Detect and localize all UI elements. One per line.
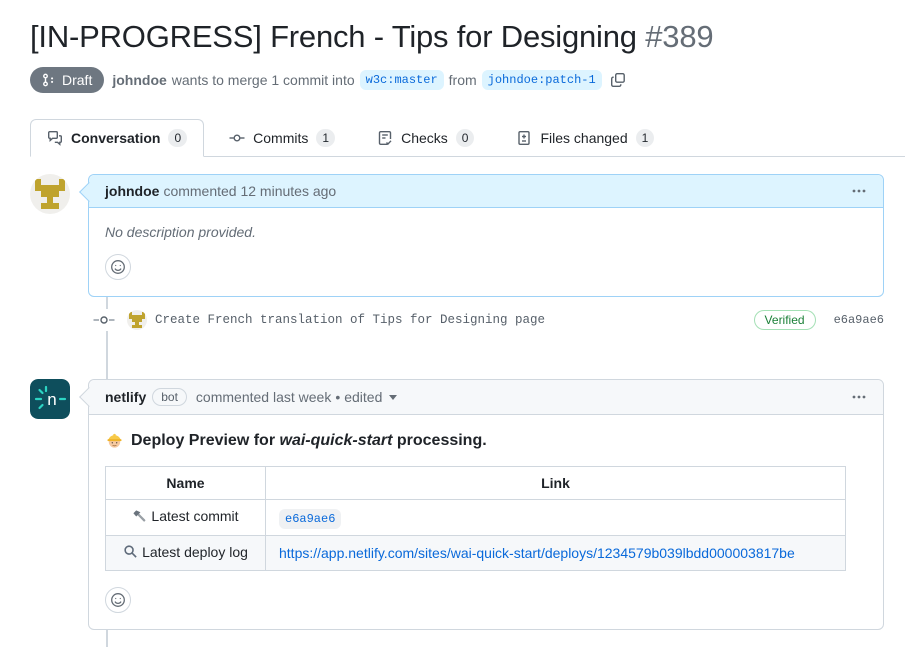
netlify-logo-icon: n xyxy=(30,379,70,419)
svg-text:n: n xyxy=(47,390,56,409)
identicon-johndoe-small xyxy=(127,310,147,330)
page-title: [IN-PROGRESS] French - Tips for Designin… xyxy=(30,18,884,55)
pr-number: #389 xyxy=(645,19,713,54)
tab-files-changed[interactable]: Files changed 1 xyxy=(499,119,671,157)
no-description-text: No description provided. xyxy=(105,224,867,240)
deploy-preview-heading: Deploy Preview for wai-quick-start proce… xyxy=(105,431,867,450)
commit-row: Create French translation of Tips for De… xyxy=(30,297,884,343)
from-text: from xyxy=(449,72,477,88)
draft-label: Draft xyxy=(62,72,92,88)
comment-johndoe: johndoe commented 12 minutes ago No desc… xyxy=(30,174,884,297)
commit-message-link[interactable]: Create French translation of Tips for De… xyxy=(155,313,545,327)
git-commit-icon xyxy=(93,309,115,331)
verified-badge[interactable]: Verified xyxy=(754,310,816,330)
tab-checks[interactable]: Checks 0 xyxy=(360,119,491,157)
comment-author-netlify[interactable]: netlify xyxy=(105,389,146,405)
checklist-icon xyxy=(377,130,393,146)
comment-meta-netlify: commented last week xyxy=(196,389,331,405)
comment-caret xyxy=(79,387,99,407)
draft-status-badge: Draft xyxy=(30,67,104,93)
tab-checks-label: Checks xyxy=(401,130,448,146)
head-branch-label[interactable]: johndoe:patch-1 xyxy=(482,70,602,90)
add-reaction-button[interactable] xyxy=(105,587,131,613)
base-branch-label[interactable]: w3c:master xyxy=(360,70,444,90)
comment-body-johndoe: No description provided. xyxy=(89,208,883,296)
tab-commits[interactable]: Commits 1 xyxy=(212,119,352,157)
pr-title-text: [IN-PROGRESS] French - Tips for Designin… xyxy=(30,19,637,54)
comment-box-netlify: netlify bot commented last week • edited xyxy=(88,379,884,630)
file-diff-icon xyxy=(516,130,532,146)
pr-meta-row: Draft johndoe wants to merge 1 commit in… xyxy=(30,67,884,93)
construction-worker-icon xyxy=(105,431,124,450)
table-row-latest-deploy-log: Latest deploy log https://app.netlify.co… xyxy=(106,535,846,571)
magnifier-icon xyxy=(123,544,138,559)
tab-commits-label: Commits xyxy=(253,130,308,146)
tab-files-changed-label: Files changed xyxy=(540,130,627,146)
pr-author-link[interactable]: johndoe xyxy=(112,72,166,88)
deploy-table: Name Link xyxy=(105,466,846,571)
edited-label: edited xyxy=(344,389,382,405)
site-name: wai-quick-start xyxy=(280,432,393,449)
commit-sha-link[interactable]: e6a9ae6 xyxy=(834,313,884,327)
tab-conversation-count: 0 xyxy=(168,129,187,147)
bot-badge: bot xyxy=(152,388,187,406)
pr-tab-nav: Conversation 0 Commits 1 Checks 0 Files … xyxy=(30,119,905,157)
edited-dropdown[interactable]: edited xyxy=(344,389,397,405)
row-name-latest-commit: Latest commit xyxy=(151,508,238,524)
pr-page: [IN-PROGRESS] French - Tips for Designin… xyxy=(0,0,905,647)
comment-body-netlify: Deploy Preview for wai-quick-start proce… xyxy=(89,415,883,629)
latest-commit-sha-link[interactable]: e6a9ae6 xyxy=(279,509,341,529)
comment-meta-johndoe: commented 12 minutes ago xyxy=(163,183,336,199)
comment-header-netlify: netlify bot commented last week • edited xyxy=(89,380,883,415)
deploy-heading-text: Deploy Preview for wai-quick-start proce… xyxy=(131,432,487,450)
copy-branch-icon[interactable] xyxy=(610,72,626,88)
comment-header-johndoe: johndoe commented 12 minutes ago xyxy=(89,175,883,208)
comment-netlify: n netlify bot commented last week xyxy=(30,379,884,630)
tab-files-changed-count: 1 xyxy=(636,129,655,147)
pr-timeline: johndoe commented 12 minutes ago No desc… xyxy=(30,174,884,630)
comment-discussion-icon xyxy=(47,130,63,146)
table-header-link: Link xyxy=(266,467,846,500)
comment-author-johndoe[interactable]: johndoe xyxy=(105,183,159,199)
tab-checks-count: 0 xyxy=(456,129,475,147)
merge-action-text: wants to merge 1 commit into xyxy=(172,72,355,88)
meta-dot: • xyxy=(335,389,340,405)
avatar-johndoe[interactable] xyxy=(30,174,70,214)
tab-commits-count: 1 xyxy=(316,129,335,147)
tab-conversation-label: Conversation xyxy=(71,130,160,146)
add-reaction-button[interactable] xyxy=(105,254,131,280)
kebab-menu-icon[interactable] xyxy=(851,389,867,405)
chevron-down-icon xyxy=(389,395,397,400)
git-pull-request-draft-icon xyxy=(42,73,56,87)
merge-summary: johndoe wants to merge 1 commit into w3c… xyxy=(112,70,625,90)
avatar-netlify[interactable]: n xyxy=(30,379,70,419)
comment-box-johndoe: johndoe commented 12 minutes ago No desc… xyxy=(88,174,884,297)
git-commit-icon xyxy=(229,130,245,146)
avatar-johndoe-small[interactable] xyxy=(127,310,147,330)
table-header-name: Name xyxy=(106,467,266,500)
comment-caret xyxy=(79,182,99,202)
deploy-log-url-link[interactable]: https://app.netlify.com/sites/wai-quick-… xyxy=(279,545,795,561)
tab-conversation[interactable]: Conversation 0 xyxy=(30,119,204,157)
identicon-johndoe xyxy=(30,174,70,214)
row-name-latest-deploy-log: Latest deploy log xyxy=(142,544,248,560)
hammer-icon xyxy=(132,509,147,524)
kebab-menu-icon[interactable] xyxy=(851,183,867,199)
table-row-latest-commit: Latest commit e6a9ae6 xyxy=(106,500,846,536)
table-header-row: Name Link xyxy=(106,467,846,500)
